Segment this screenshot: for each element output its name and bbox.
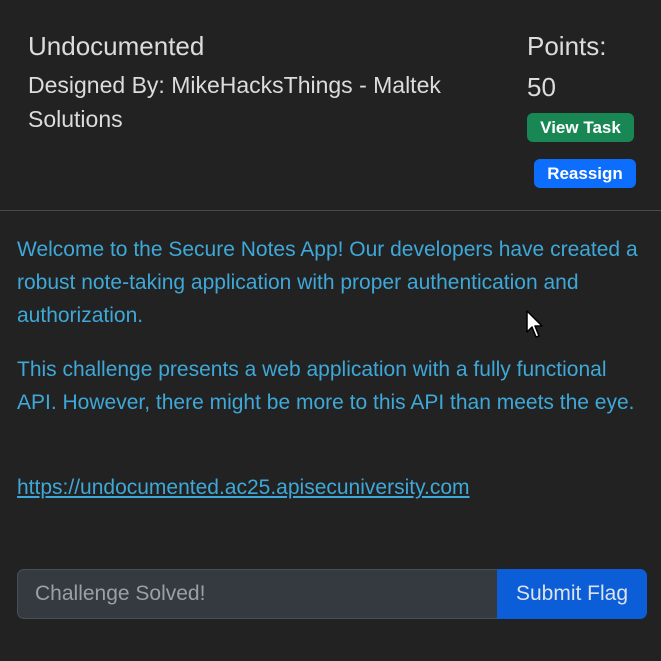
mouse-pointer-icon bbox=[526, 310, 543, 338]
description-paragraph: This challenge presents a web applicatio… bbox=[17, 358, 635, 414]
view-task-button[interactable]: View Task bbox=[527, 113, 634, 142]
description-paragraph: Welcome to the Secure Notes App! Our dev… bbox=[17, 238, 638, 327]
challenge-description: Welcome to the Secure Notes App! Our dev… bbox=[17, 233, 645, 440]
flag-input[interactable] bbox=[17, 569, 497, 619]
challenge-header: Undocumented Designed By: MikeHacksThing… bbox=[0, 0, 661, 211]
points-value: 50 bbox=[527, 72, 556, 102]
points-label: Points: bbox=[527, 31, 607, 61]
challenge-designer: Designed By: MikeHacksThings - Maltek So… bbox=[28, 72, 441, 132]
submit-flag-button[interactable]: Submit Flag bbox=[497, 569, 647, 619]
challenge-card: Undocumented Designed By: MikeHacksThing… bbox=[0, 0, 661, 661]
reassign-button[interactable]: Reassign bbox=[534, 159, 636, 188]
challenge-url-link[interactable]: https://undocumented.ac25.apisecuniversi… bbox=[17, 473, 470, 503]
flag-form: Submit Flag bbox=[17, 569, 647, 619]
challenge-title: Undocumented bbox=[28, 31, 205, 61]
